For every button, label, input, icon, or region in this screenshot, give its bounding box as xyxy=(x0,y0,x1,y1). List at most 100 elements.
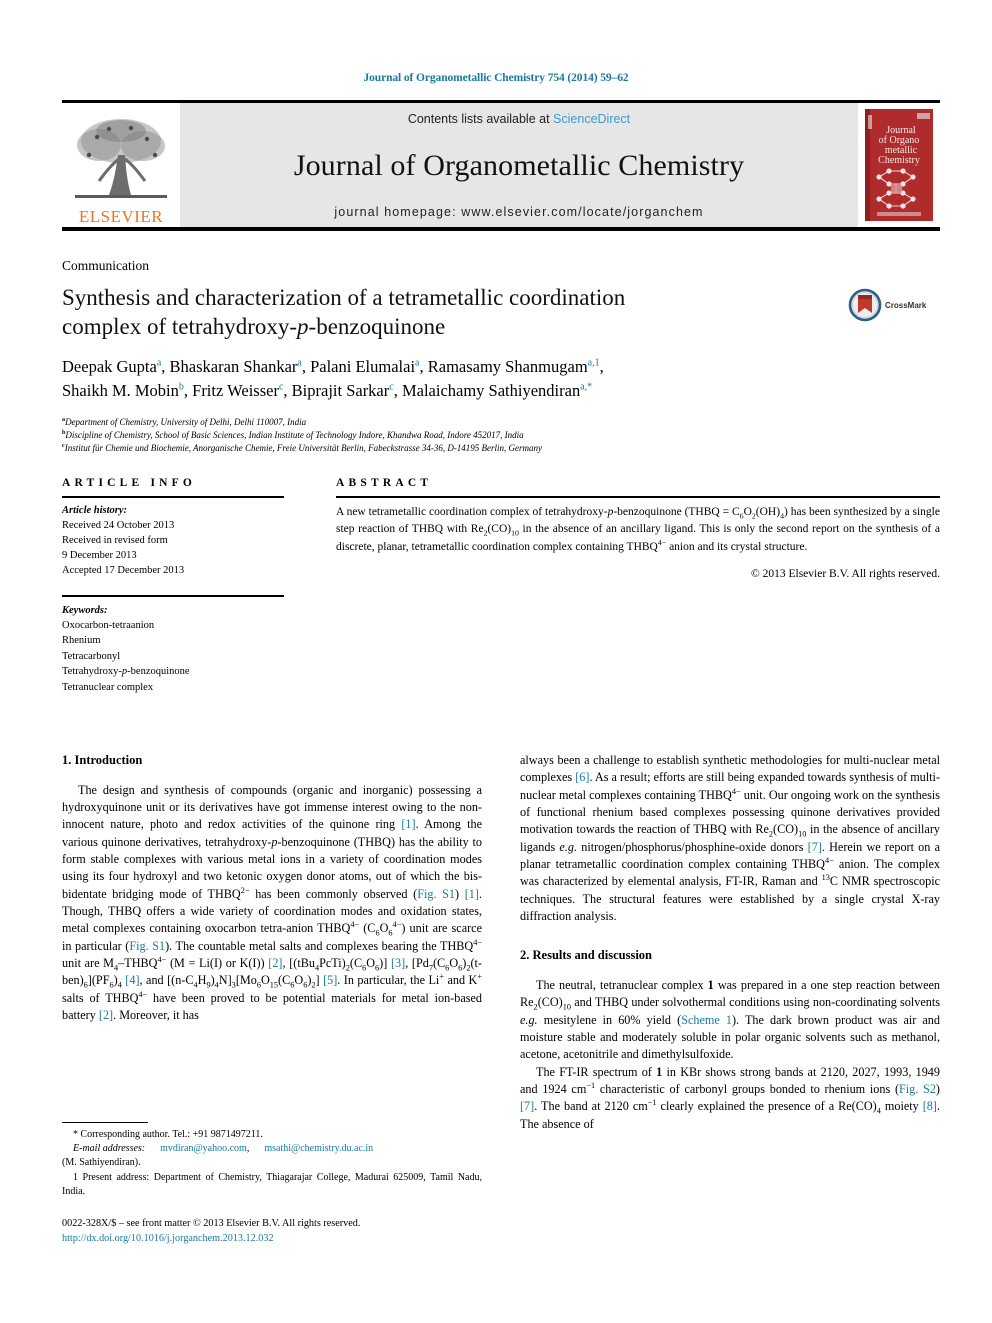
history-item: Received in revised form xyxy=(62,534,168,546)
author-name: Ramasamy Shanmugam xyxy=(427,357,588,376)
band-gap xyxy=(284,477,336,695)
article-info-column: ARTICLE INFO Article history: Received 2… xyxy=(62,477,284,695)
paper-page: Journal of Organometallic Chemistry 754 … xyxy=(0,0,992,1323)
scheme-link[interactable]: Scheme 1 xyxy=(681,1013,732,1027)
citation-link[interactable]: [1] xyxy=(465,887,479,901)
abstract-column: ABSTRACT A new tetrametallic coordinatio… xyxy=(336,477,940,695)
author-name: Fritz Weisser xyxy=(192,380,279,400)
email-link-2[interactable]: msathi@chemistry.du.ac.in xyxy=(264,1143,373,1154)
contents-line: Contents lists available at ScienceDirec… xyxy=(408,112,630,126)
crossmark-label: CrossMark xyxy=(885,300,927,310)
cover-image-icon: Journal of Organo metallic Chemistry xyxy=(865,109,933,221)
keyword-item: Rhenium xyxy=(62,635,101,647)
keyword-item: Tetracarbonyl xyxy=(62,650,121,662)
affiliation-text: Institut für Chemie und Biochemie, Anorg… xyxy=(64,443,543,454)
elsevier-tree-icon xyxy=(75,119,167,198)
keyword-item: Tetranuclear complex xyxy=(62,681,154,693)
author-name: Shaikh M. Mobin xyxy=(62,380,179,400)
footnote-present-address: 1 Present address: Department of Chemist… xyxy=(62,1171,482,1197)
paragraph-results-2: The FT-IR spectrum of 1 in KBr shows str… xyxy=(520,1064,940,1131)
masthead-bottom-rule xyxy=(62,227,940,231)
citation-link[interactable]: [5] xyxy=(323,973,337,987)
paragraph-intro-2: always been a challenge to establish syn… xyxy=(520,753,941,923)
author-name: Biprajit Sarkar xyxy=(291,380,390,400)
svg-text:Chemistry: Chemistry xyxy=(878,155,920,166)
journal-cover-thumbnail: Journal of Organo metallic Chemistry xyxy=(858,103,940,227)
author-list: Deepak Guptaa, Bhaskaran Shankara, Palan… xyxy=(62,355,862,403)
abstract-body: A new tetrametallic coordination complex… xyxy=(336,506,940,553)
affiliation-item: bDiscipline of Chemistry, School of Basi… xyxy=(62,429,942,442)
author-sep: , xyxy=(419,357,428,376)
article-history: Article history: Received 24 October 201… xyxy=(62,504,284,579)
citation-link[interactable]: [3] xyxy=(391,956,405,970)
footnote-rule xyxy=(62,1122,148,1123)
title-line-1: Synthesis and characterization of a tetr… xyxy=(62,285,626,310)
keyword-list: Keywords: Oxocarbon-tetraanion Rhenium T… xyxy=(62,603,284,696)
abstract-copyright: © 2013 Elsevier B.V. All rights reserved… xyxy=(751,568,940,581)
journal-title: Journal of Organometallic Chemistry xyxy=(293,148,745,182)
citation-link[interactable]: [8] xyxy=(923,1099,937,1113)
title-line-2-post: -benzoquinone xyxy=(308,314,446,340)
author-item: Malaichamy Sathiyendirana,* xyxy=(402,381,592,400)
affiliation-item: cInstitut für Chemie und Biochemie, Anor… xyxy=(62,442,942,455)
footnote-emails: E-mail addresses: mvdiran@yahoo.com, msa… xyxy=(62,1143,374,1169)
citation-link[interactable]: [7] xyxy=(520,1099,534,1113)
journal-masthead: ELSEVIER Contents lists available at Sci… xyxy=(62,100,940,231)
doi-link[interactable]: http://dx.doi.org/10.1016/j.jorganchem.2… xyxy=(62,1231,542,1246)
affiliation-list: aDepartment of Chemistry, University of … xyxy=(62,416,942,455)
citation-link[interactable]: [2] xyxy=(268,956,282,970)
footnote-corresponding: * Corresponding author. Tel.: +91 987149… xyxy=(73,1129,263,1140)
page-title: Synthesis and characterization of a tetr… xyxy=(62,283,762,342)
abstract-heading: ABSTRACT xyxy=(336,477,433,489)
citation-link[interactable]: [2] xyxy=(99,1008,113,1022)
author-item: Fritz Weisserc xyxy=(192,381,283,400)
info-abstract-band: ARTICLE INFO Article history: Received 2… xyxy=(62,477,940,695)
figure-link[interactable]: Fig. S1 xyxy=(129,939,165,953)
history-item: Received 24 October 2013 xyxy=(62,519,175,531)
affiliation-item: aDepartment of Chemistry, University of … xyxy=(62,416,942,429)
author-sep: , xyxy=(161,357,170,376)
author-item: Bhaskaran Shankara xyxy=(170,357,302,376)
author-sep: , xyxy=(183,380,193,400)
affiliation-text: Discipline of Chemistry, School of Basic… xyxy=(65,430,524,441)
masthead-center: Contents lists available at ScienceDirec… xyxy=(180,103,858,227)
email-label: E-mail addresses: xyxy=(73,1143,146,1155)
article-history-label: Article history: xyxy=(62,505,128,516)
citation-link[interactable]: [7] xyxy=(808,840,822,854)
contents-prefix: Contents lists available at xyxy=(407,112,550,126)
body-column-left: 1. Introduction The design and synthesis… xyxy=(62,752,482,1133)
figure-link[interactable]: Fig. S1 xyxy=(417,887,455,901)
abstract-rule xyxy=(336,496,940,498)
author-affil-mark: a,* xyxy=(580,381,593,393)
author-sep: , xyxy=(283,380,292,400)
author-name: Palani Elumalai xyxy=(310,357,416,376)
journal-homepage[interactable]: journal homepage: www.elsevier.com/locat… xyxy=(334,205,703,219)
author-item: Biprajit Sarkarc xyxy=(292,381,394,400)
author-item: Ramasamy Shanmugama,1 xyxy=(428,357,600,376)
affiliation-text: Department of Chemistry, University of D… xyxy=(65,417,307,427)
title-line-2-italic: p xyxy=(297,314,309,340)
crossmark-badge[interactable]: CrossMark xyxy=(848,288,926,322)
body-columns: 1. Introduction The design and synthesis… xyxy=(62,752,940,1133)
citation-link[interactable]: [6] xyxy=(575,770,589,784)
author-item: Deepak Guptaa xyxy=(62,357,161,376)
elsevier-wordmark: ELSEVIER xyxy=(78,207,164,226)
elsevier-logo: ELSEVIER xyxy=(62,103,180,227)
section-heading-results: 2. Results and discussion xyxy=(520,948,652,963)
sciencedirect-link[interactable]: ScienceDirect xyxy=(553,112,630,126)
body-column-right: always been a challenge to establish syn… xyxy=(520,752,940,1133)
section-heading-introduction: 1. Introduction xyxy=(62,753,143,767)
author-name: Bhaskaran Shankar xyxy=(169,357,298,376)
keyword-item: Tetrahydroxy-p-benzoquinone xyxy=(62,666,190,678)
paragraph-intro-1: The design and synthesis of compounds (o… xyxy=(62,782,483,1023)
keyword-item: Oxocarbon-tetraanion xyxy=(62,619,155,631)
figure-link[interactable]: Fig. S2 xyxy=(899,1082,936,1096)
citation-link[interactable]: [4] xyxy=(125,973,139,987)
article-info-heading: ARTICLE INFO xyxy=(62,477,197,489)
email-link-1[interactable]: mvdiran@yahoo.com xyxy=(160,1143,247,1154)
author-item: Palani Elumalaia xyxy=(310,357,419,376)
citation-link[interactable]: [1] xyxy=(401,817,415,831)
author-name: Malaichamy Sathiyendiran xyxy=(401,380,581,400)
crossmark-icon xyxy=(848,288,882,322)
